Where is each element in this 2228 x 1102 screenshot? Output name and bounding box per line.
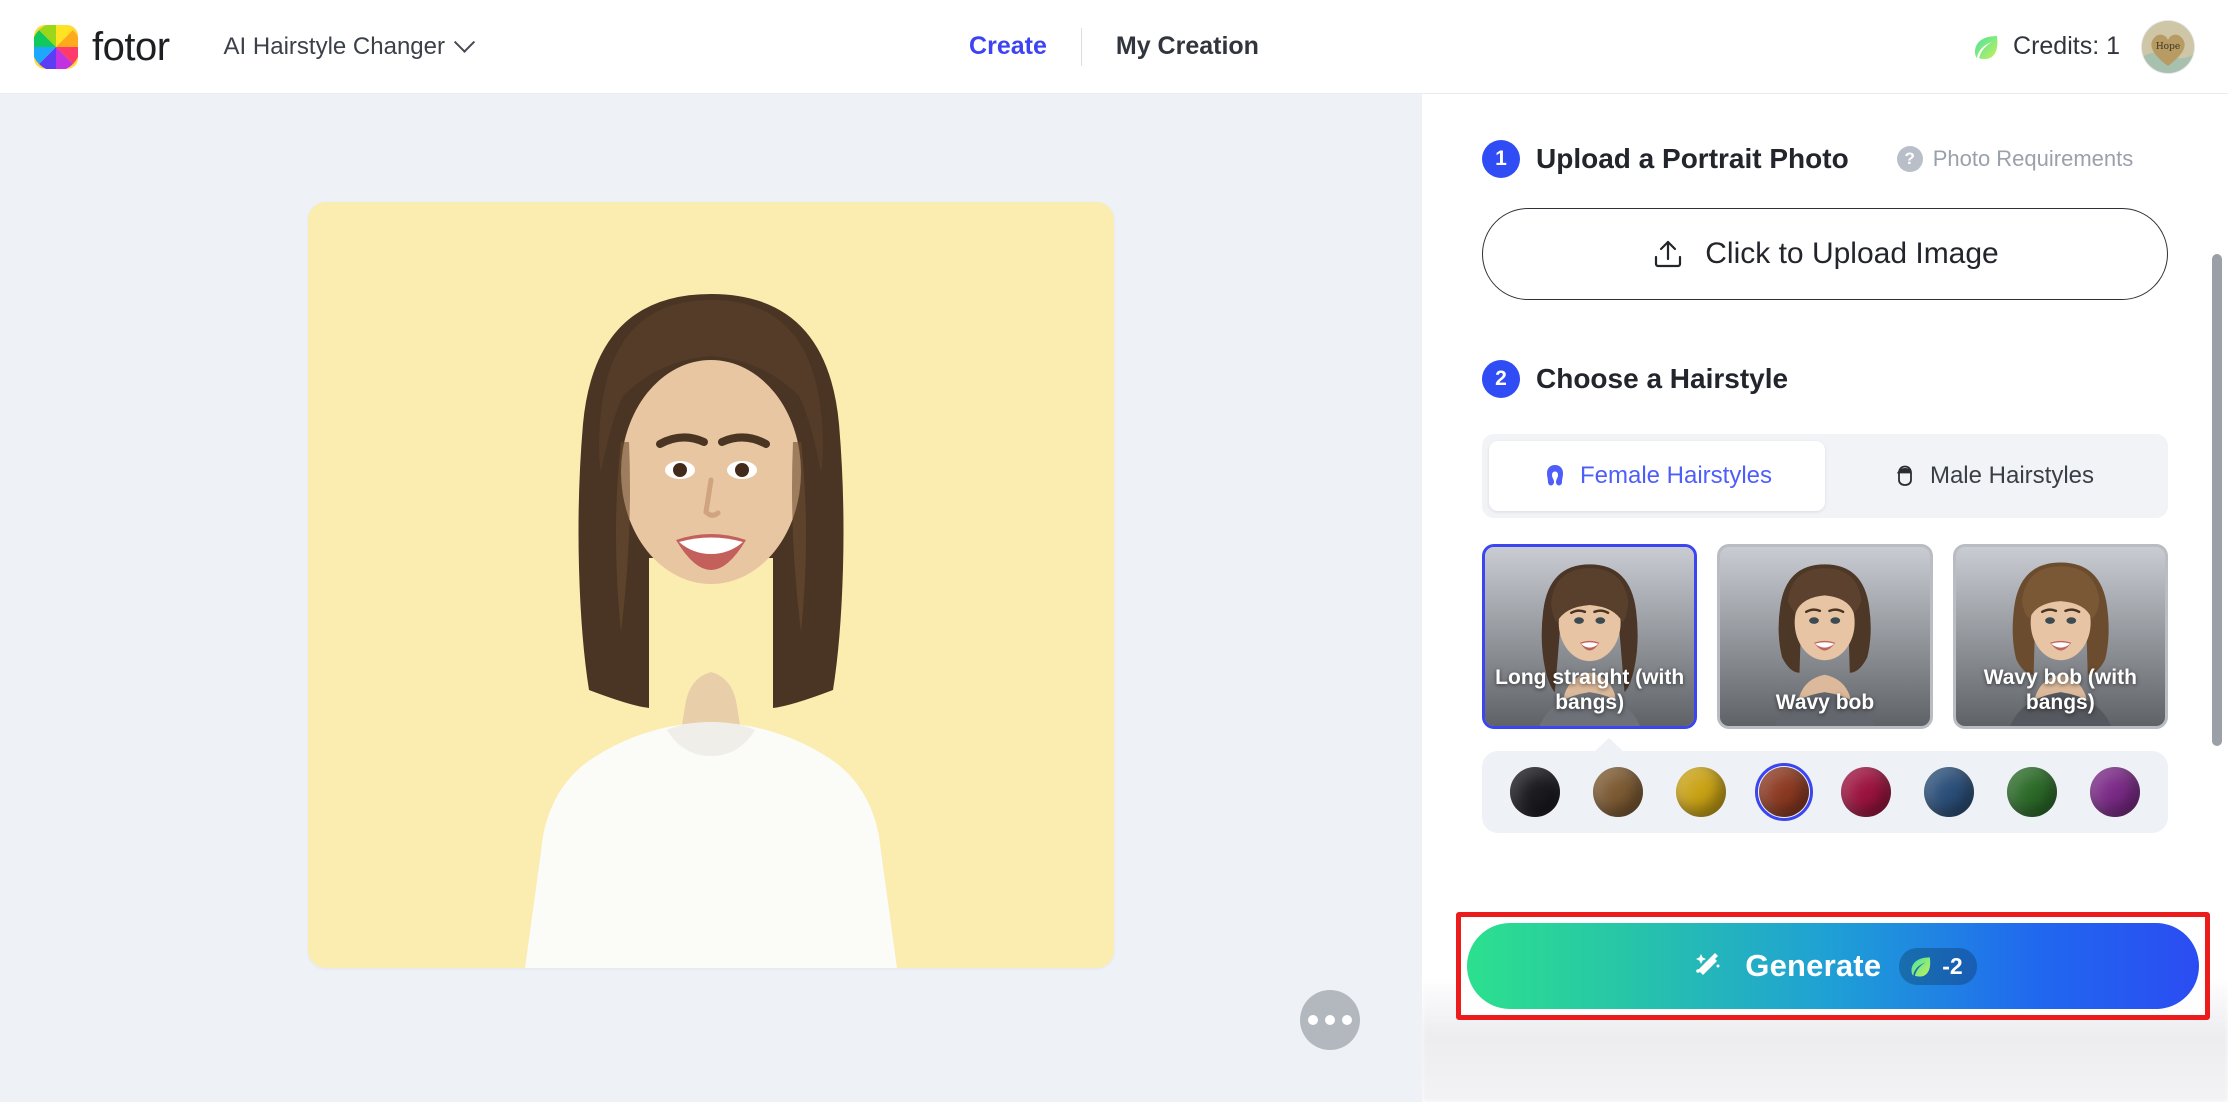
- fotor-pinwheel-logo-icon: [34, 24, 78, 69]
- swatch-ball: [1592, 767, 1643, 817]
- hair-color-swatch-blonde[interactable]: [1672, 763, 1730, 821]
- hair-color-swatch-red-wine[interactable]: [1837, 763, 1895, 821]
- tool-selector-label: AI Hairstyle Changer: [223, 32, 445, 60]
- hair-color-swatch-blue[interactable]: [1920, 763, 1978, 821]
- brand-wordmark: fotor: [92, 24, 170, 69]
- selector-pointer-notch: [1594, 738, 1624, 752]
- male-hair-icon: [1892, 463, 1918, 489]
- more-dot: [1342, 1015, 1352, 1025]
- step-1-header: 1 Upload a Portrait Photo ? Photo Requir…: [1482, 140, 2168, 178]
- magic-wand-icon: [1689, 947, 1727, 985]
- hairstyle-card-wavy-bob[interactable]: Wavy bob: [1717, 544, 1933, 729]
- brand-logo[interactable]: fotor: [34, 24, 170, 69]
- more-dot: [1308, 1015, 1318, 1025]
- leaf-icon: [1972, 32, 2002, 62]
- uploaded-photo[interactable]: [308, 202, 1114, 968]
- step-2-title: Choose a Hairstyle: [1536, 363, 1789, 394]
- hairstyle-card-long-straight-with-bangs[interactable]: Long straight (with bangs): [1482, 544, 1698, 729]
- app-root: fotor AI Hairstyle Changer Create My Cre…: [0, 0, 2228, 1102]
- hairstyle-grid: Long straight (with bangs) Wavy bob Wavy…: [1482, 544, 2168, 729]
- upload-image-button[interactable]: Click to Upload Image: [1482, 208, 2168, 300]
- hairstyle-gender-tabs: Female Hairstyles Male Hairstyles: [1482, 434, 2168, 518]
- tab-female-hairstyles[interactable]: Female Hairstyles: [1489, 441, 1825, 511]
- hairstyle-card-label: Long straight (with bangs): [1495, 666, 1685, 715]
- hairstyle-card-label: Wavy bob (with bangs): [1983, 666, 2137, 715]
- generate-button[interactable]: Generate -2: [1467, 923, 2199, 1009]
- hair-color-swatch-bar: [1482, 751, 2168, 833]
- hair-color-swatch-green[interactable]: [2003, 763, 2061, 821]
- generate-highlight-box: Generate -2: [1456, 912, 2210, 1020]
- swatch-ball: [1841, 767, 1892, 817]
- swatch-ball: [1510, 767, 1560, 817]
- swatch-ball: [1924, 767, 1975, 817]
- swatch-ball: [1758, 767, 1809, 817]
- top-bar-right: Credits: 1 Hope: [1972, 20, 2194, 73]
- hair-color-selector: [1482, 738, 2168, 833]
- swatch-ball: [2089, 767, 2140, 817]
- generate-cost-label: -2: [1942, 952, 1963, 979]
- hair-color-swatch-auburn[interactable]: [1754, 763, 1813, 821]
- photo-requirements-label: Photo Requirements: [1932, 146, 2134, 171]
- workspace: 1 Upload a Portrait Photo ? Photo Requir…: [0, 94, 2228, 1102]
- step-2-badge: 2: [1482, 360, 1520, 398]
- hairstyle-card-wavy-bob-with-bangs[interactable]: Wavy bob (with bangs): [1952, 544, 2168, 729]
- nav-item-create[interactable]: Create: [935, 32, 1081, 61]
- hair-color-swatch-black[interactable]: [1506, 763, 1564, 821]
- credits-label: Credits: 1: [2013, 32, 2120, 60]
- hair-color-swatch-purple[interactable]: [2086, 763, 2144, 821]
- swatch-ball: [1675, 767, 1726, 817]
- panel-scrollbar[interactable]: [2212, 254, 2222, 746]
- step-1-title: Upload a Portrait Photo: [1536, 143, 1849, 174]
- female-hair-icon: [1542, 463, 1568, 489]
- avatar[interactable]: Hope: [2142, 20, 2194, 73]
- top-bar: fotor AI Hairstyle Changer Create My Cre…: [0, 0, 2228, 94]
- tab-female-hairstyles-label: Female Hairstyles: [1579, 462, 1773, 489]
- upload-icon: [1651, 237, 1685, 271]
- more-horizontal-icon[interactable]: [1300, 990, 1360, 1050]
- svg-text:Hope: Hope: [2156, 42, 2180, 52]
- main-nav: Create My Creation: [935, 27, 1293, 66]
- generate-button-label: Generate: [1745, 948, 1882, 983]
- tab-male-hairstyles-label: Male Hairstyles: [1929, 462, 2095, 489]
- settings-panel-scroll: 1 Upload a Portrait Photo ? Photo Requir…: [1422, 94, 2228, 833]
- tool-selector[interactable]: AI Hairstyle Changer: [223, 31, 476, 61]
- upload-image-label: Click to Upload Image: [1705, 237, 1999, 270]
- more-dot: [1325, 1015, 1335, 1025]
- canvas-area: [0, 94, 1422, 1102]
- nav-item-my-creation[interactable]: My Creation: [1082, 32, 1293, 61]
- chevron-down-icon: [453, 31, 476, 53]
- step-2-header: 2 Choose a Hairstyle: [1482, 360, 2168, 398]
- swatch-ball: [2007, 767, 2058, 817]
- tab-male-hairstyles[interactable]: Male Hairstyles: [1825, 441, 2161, 511]
- hairstyle-card-label: Wavy bob: [1775, 691, 1875, 715]
- step-1-badge: 1: [1482, 140, 1520, 178]
- photo-requirements-link[interactable]: ? Photo Requirements: [1896, 146, 2134, 172]
- hair-color-swatch-brown[interactable]: [1589, 763, 1647, 821]
- generate-cost-chip: -2: [1899, 947, 1977, 985]
- credits-display[interactable]: Credits: 1: [1972, 32, 2120, 62]
- settings-panel: 1 Upload a Portrait Photo ? Photo Requir…: [1422, 94, 2228, 1102]
- leaf-icon: [1909, 954, 1934, 979]
- question-mark-icon: ?: [1896, 146, 1923, 172]
